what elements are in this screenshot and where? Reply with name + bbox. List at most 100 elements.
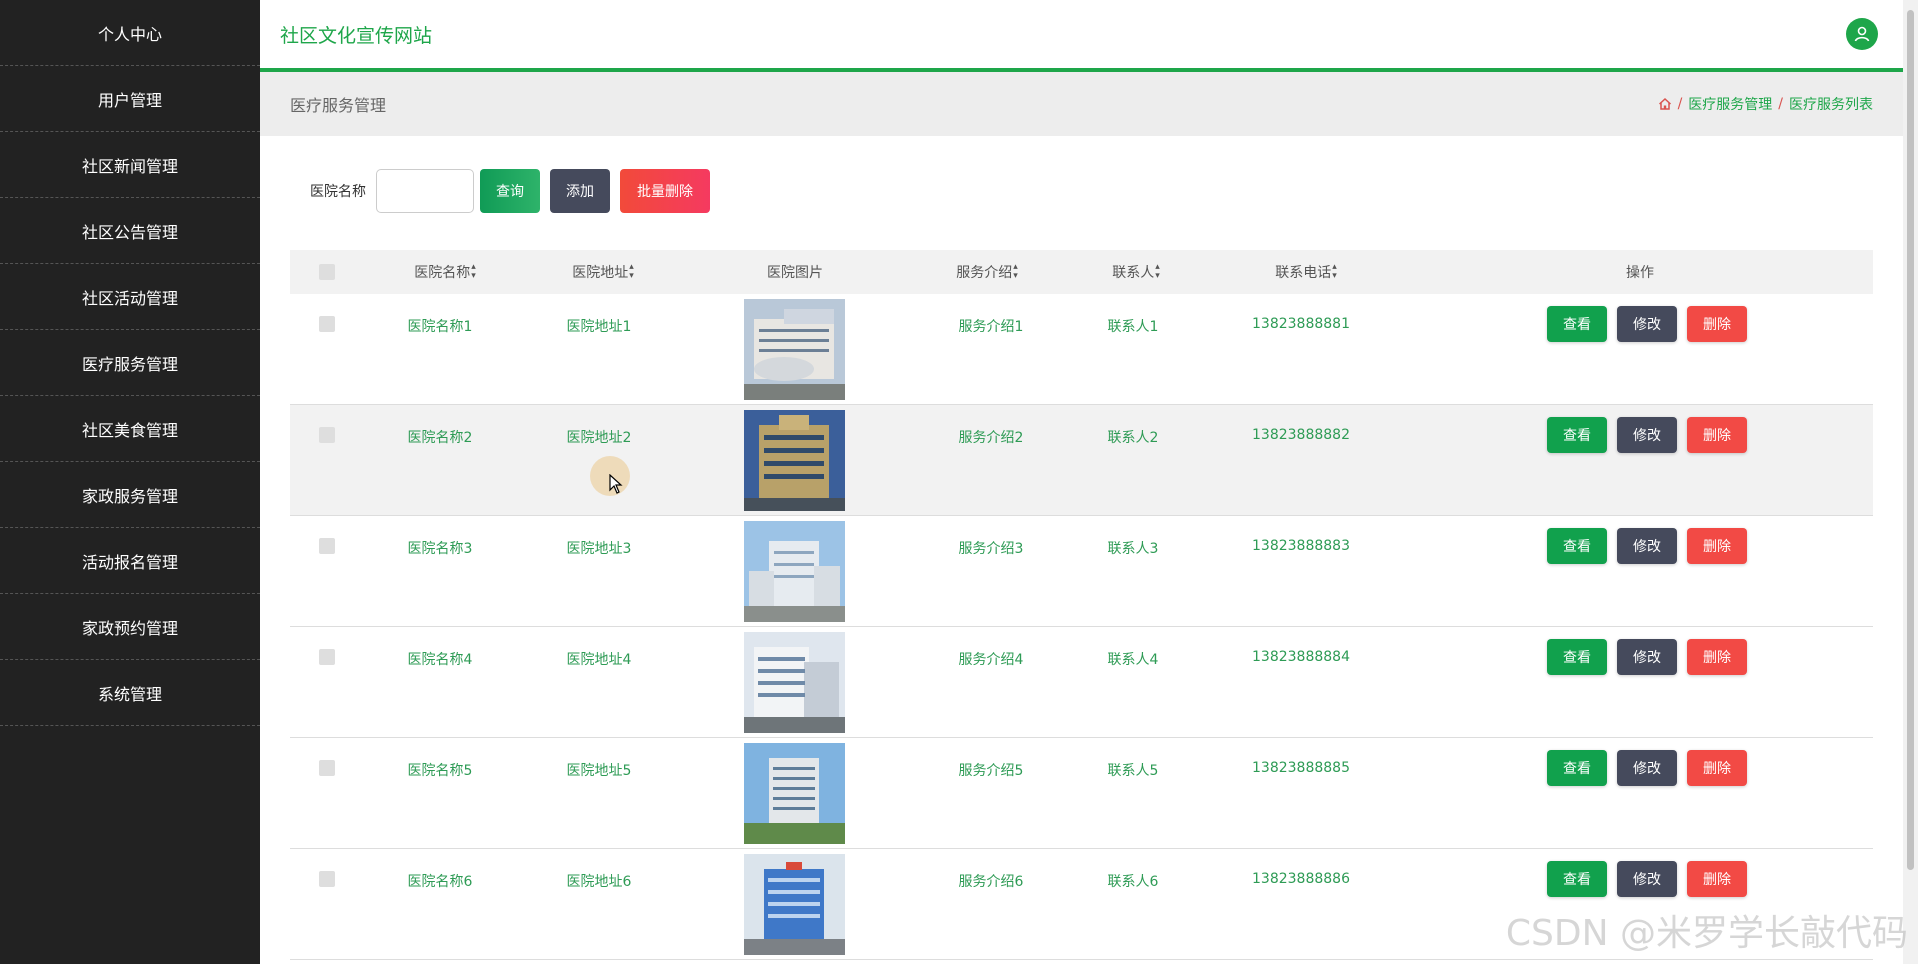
delete-button[interactable]: 删除 [1687, 417, 1747, 453]
sidebar-item-food[interactable]: 社区美食管理 [0, 396, 260, 462]
header-hospital-name[interactable]: 医院名称 ▴ ▾ [414, 262, 476, 282]
header-service-intro[interactable]: 服务介绍 ▴ ▾ [956, 262, 1018, 282]
contact-person: 联系人4 [1107, 652, 1159, 668]
edit-button[interactable]: 修改 [1617, 861, 1677, 897]
row-checkbox[interactable] [319, 649, 335, 665]
row-actions: 查看 修改 删除 [1547, 306, 1757, 342]
service-intro: 服务介绍5 [958, 763, 1024, 779]
watermark: CSDN @米罗学长敲代码 [1505, 913, 1908, 954]
batch-delete-button[interactable]: 批量删除 [620, 169, 710, 213]
service-intro: 服务介绍3 [958, 541, 1024, 557]
contact-phone: 13823888884 [1252, 649, 1350, 665]
delete-button[interactable]: 删除 [1687, 750, 1747, 786]
query-button[interactable]: 查询 [480, 169, 540, 213]
top-header: 社区文化宣传网站 [260, 0, 1903, 72]
scrollbar-thumb[interactable] [1907, 10, 1914, 870]
header-phone[interactable]: 联系电话 ▴ ▾ [1275, 262, 1337, 282]
contact-phone: 13823888881 [1252, 316, 1350, 332]
table-row: 医院名称5 医院地址5 服务介绍5 联系人5 13823888885 查看 修改… [290, 738, 1873, 849]
row-actions: 查看 修改 删除 [1547, 861, 1757, 897]
hospital-image [744, 632, 845, 733]
sidebar-item-personal-center[interactable]: 个人中心 [0, 0, 260, 66]
hospital-name: 医院名称1 [407, 319, 473, 335]
header-contact[interactable]: 联系人 ▴ ▾ [1112, 262, 1160, 282]
row-actions: 查看 修改 删除 [1547, 639, 1757, 675]
view-button[interactable]: 查看 [1547, 750, 1607, 786]
hospital-image [744, 299, 845, 400]
hospital-address: 医院地址1 [566, 319, 632, 335]
page-header: 医疗服务管理 / 医疗服务管理 / 医疗服务列表 [260, 72, 1903, 136]
main-content: 社区文化宣传网站 医疗服务管理 / 医疗服务管理 / 医疗服务列表 医院名称 查… [260, 0, 1903, 964]
sidebar-item-system[interactable]: 系统管理 [0, 660, 260, 726]
hospital-image [744, 521, 845, 622]
contact-phone: 13823888883 [1252, 538, 1350, 554]
breadcrumb-separator: / [1778, 96, 1783, 112]
sort-icon: ▴ ▾ [1155, 262, 1160, 281]
edit-button[interactable]: 修改 [1617, 639, 1677, 675]
breadcrumb-item[interactable]: 医疗服务列表 [1789, 94, 1873, 114]
row-checkbox[interactable] [319, 871, 335, 887]
row-actions: 查看 修改 删除 [1547, 750, 1757, 786]
table-row: 医院名称1 医院地址1 服务介绍1 联系人1 13823888881 查看 修改… [290, 294, 1873, 405]
search-input[interactable] [376, 169, 474, 213]
hospital-name: 医院名称4 [407, 652, 473, 668]
header-hospital-address[interactable]: 医院地址 ▴ ▾ [572, 262, 634, 282]
delete-button[interactable]: 删除 [1687, 861, 1747, 897]
sidebar-item-signup[interactable]: 活动报名管理 [0, 528, 260, 594]
home-icon[interactable] [1658, 97, 1672, 111]
sidebar-item-news[interactable]: 社区新闻管理 [0, 132, 260, 198]
breadcrumb-separator: / [1677, 96, 1683, 112]
sidebar-item-medical[interactable]: 医疗服务管理 [0, 330, 260, 396]
row-checkbox[interactable] [319, 760, 335, 776]
sidebar-item-notices[interactable]: 社区公告管理 [0, 198, 260, 264]
contact-person: 联系人3 [1107, 541, 1159, 557]
add-button[interactable]: 添加 [550, 169, 610, 213]
edit-button[interactable]: 修改 [1617, 750, 1677, 786]
breadcrumb: / 医疗服务管理 / 医疗服务列表 [1658, 94, 1873, 114]
row-actions: 查看 修改 删除 [1547, 528, 1757, 564]
breadcrumb-item[interactable]: 医疗服务管理 [1688, 94, 1772, 114]
service-intro: 服务介绍4 [958, 652, 1024, 668]
view-button[interactable]: 查看 [1547, 417, 1607, 453]
view-button[interactable]: 查看 [1547, 528, 1607, 564]
search-bar: 医院名称 查询 添加 批量删除 [310, 169, 720, 213]
edit-button[interactable]: 修改 [1617, 528, 1677, 564]
table-header: 医院名称 ▴ ▾ 医院地址 ▴ ▾ 医院图片 服务介绍 ▴ ▾ 联系人 ▴ ▾ 联系电话 ▴ ▾ 操… [290, 250, 1873, 294]
sidebar-item-activities[interactable]: 社区活动管理 [0, 264, 260, 330]
row-checkbox[interactable] [319, 538, 335, 554]
table-row: 医院名称4 医院地址4 服务介绍4 联系人4 13823888884 查看 修改… [290, 627, 1873, 738]
page-title: 医疗服务管理 [290, 96, 387, 115]
contact-phone: 13823888886 [1252, 871, 1350, 887]
delete-button[interactable]: 删除 [1687, 306, 1747, 342]
sort-icon: ▴ ▾ [471, 262, 476, 281]
hospital-address: 医院地址6 [566, 874, 632, 890]
hospital-address: 医院地址3 [566, 541, 632, 557]
edit-button[interactable]: 修改 [1617, 306, 1677, 342]
view-button[interactable]: 查看 [1547, 861, 1607, 897]
data-table: 医院名称 ▴ ▾ 医院地址 ▴ ▾ 医院图片 服务介绍 ▴ ▾ 联系人 ▴ ▾ 联系电话 ▴ ▾ 操… [290, 250, 1873, 960]
sidebar-item-housekeeping[interactable]: 家政服务管理 [0, 462, 260, 528]
table-row: 医院名称2 医院地址2 服务介绍2 联系人2 13823888882 查看 修改… [290, 405, 1873, 516]
contact-person: 联系人6 [1107, 874, 1159, 890]
page-scrollbar[interactable] [1903, 0, 1918, 964]
hospital-name: 医院名称6 [407, 874, 473, 890]
view-button[interactable]: 查看 [1547, 306, 1607, 342]
contact-phone: 13823888882 [1252, 427, 1350, 443]
service-intro: 服务介绍6 [958, 874, 1024, 890]
site-title: 社区文化宣传网站 [280, 24, 433, 47]
contact-person: 联系人5 [1107, 763, 1159, 779]
select-all-checkbox[interactable] [319, 264, 335, 280]
delete-button[interactable]: 删除 [1687, 528, 1747, 564]
sort-icon: ▴ ▾ [629, 262, 634, 281]
view-button[interactable]: 查看 [1547, 639, 1607, 675]
hospital-name: 医院名称3 [407, 541, 473, 557]
sidebar-item-booking[interactable]: 家政预约管理 [0, 594, 260, 660]
user-icon[interactable] [1846, 18, 1878, 50]
edit-button[interactable]: 修改 [1617, 417, 1677, 453]
sidebar-item-users[interactable]: 用户管理 [0, 66, 260, 132]
row-checkbox[interactable] [319, 427, 335, 443]
sort-icon: ▴ ▾ [1332, 262, 1337, 281]
row-checkbox[interactable] [319, 316, 335, 332]
delete-button[interactable]: 删除 [1687, 639, 1747, 675]
hospital-image [744, 854, 845, 955]
